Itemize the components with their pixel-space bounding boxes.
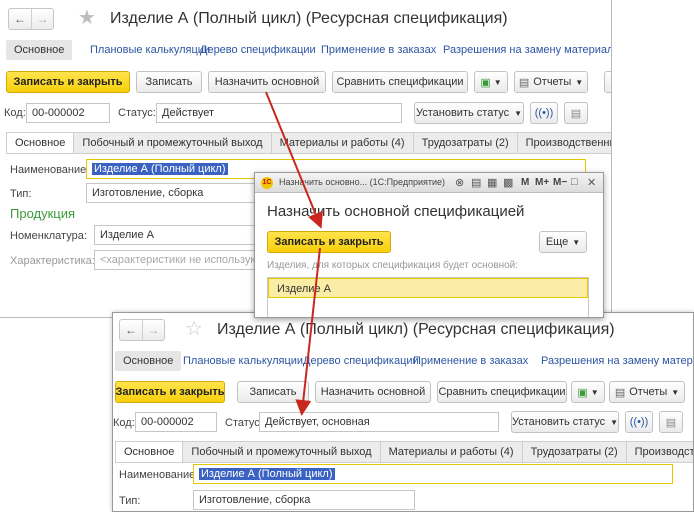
- arrow-to-dialog: [265, 91, 323, 229]
- arrow-to-status: [295, 247, 321, 416]
- annotation-arrows: [265, 91, 323, 416]
